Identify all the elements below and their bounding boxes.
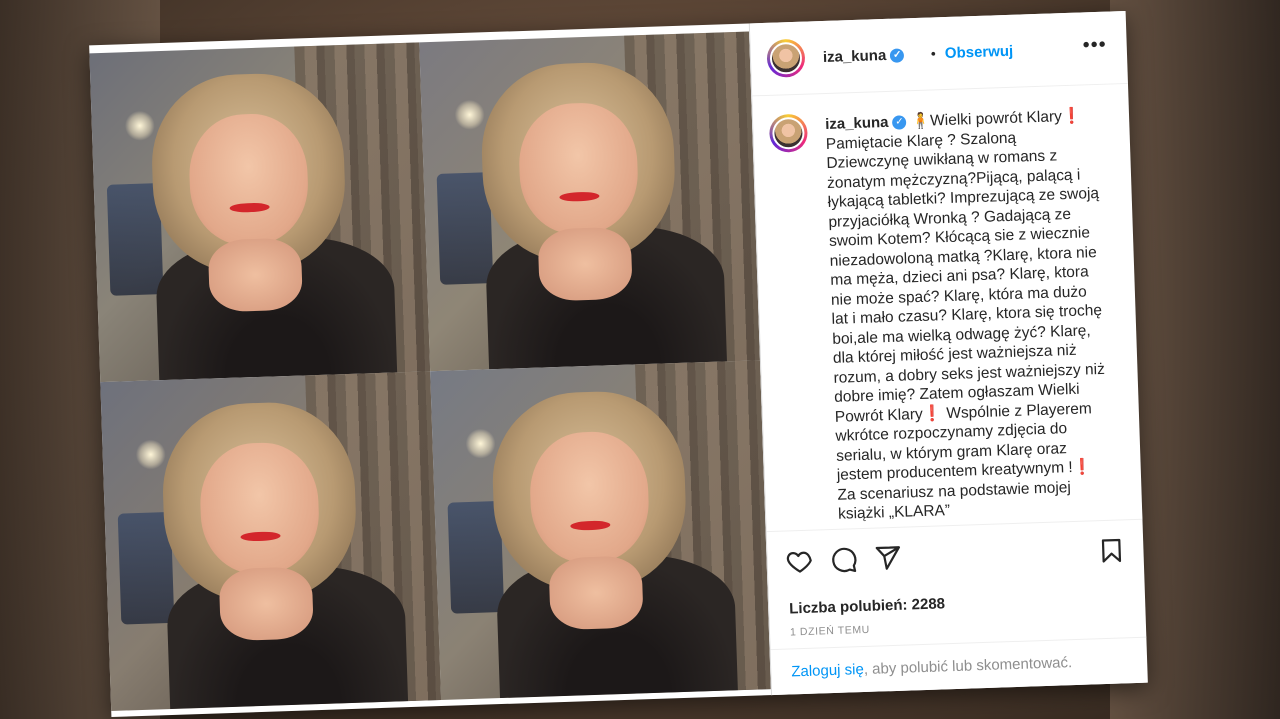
post-sidebar: iza_kuna ✓ • Obserwuj ••• iza_kuna ✓ 🧍Wiel…	[748, 10, 1148, 697]
login-prompt-text: Zaloguj się, aby polubić lub skomentować…	[791, 654, 1073, 681]
caption: iza_kuna ✓ 🧍Wielki powrót Klary❗ Pamiętac…	[825, 106, 1110, 524]
likes-count[interactable]: Liczba polubień: 2288	[789, 595, 945, 617]
caption-text: Wielki powrót Klary❗ Pamiętacie Klarę ? …	[825, 107, 1106, 523]
heart-icon[interactable]	[785, 547, 814, 576]
photo-tile-smiling	[419, 31, 760, 372]
caption-emoji: 🧍	[910, 112, 931, 131]
login-link[interactable]: Zaloguj się	[791, 661, 864, 680]
post-header: iza_kuna ✓ • Obserwuj •••	[749, 10, 1128, 97]
instagram-post-card: iza_kuna ✓ • Obserwuj ••• iza_kuna ✓ 🧍Wiel…	[89, 10, 1148, 717]
username-header[interactable]: iza_kuna ✓	[823, 46, 905, 66]
post-photo-collage[interactable]	[89, 31, 771, 711]
photo-tile-laughing	[89, 42, 431, 383]
paper-plane-icon[interactable]	[873, 544, 902, 573]
photo-tile-winking	[100, 371, 442, 711]
caption-avatar[interactable]	[768, 113, 809, 153]
caption-username[interactable]: iza_kuna	[825, 114, 889, 133]
avatar[interactable]	[766, 38, 806, 78]
verified-badge-icon: ✓	[892, 115, 907, 130]
photo-tile-head-tilt	[430, 360, 771, 701]
post-timestamp[interactable]: 1 DZIEŃ TEMU	[790, 624, 870, 639]
follow-button[interactable]: Obserwuj	[945, 43, 1014, 62]
caption-area: iza_kuna ✓ 🧍Wielki powrót Klary❗ Pamiętac…	[752, 83, 1143, 532]
comment-icon[interactable]	[829, 545, 858, 574]
verified-badge-icon: ✓	[890, 48, 905, 63]
more-options-icon[interactable]: •••	[1082, 34, 1107, 58]
bookmark-icon[interactable]	[1097, 536, 1126, 565]
action-bar	[766, 518, 1145, 591]
login-prompt: Zaloguj się, aby polubić lub skomentować…	[770, 636, 1148, 697]
separator-dot: •	[930, 45, 937, 62]
